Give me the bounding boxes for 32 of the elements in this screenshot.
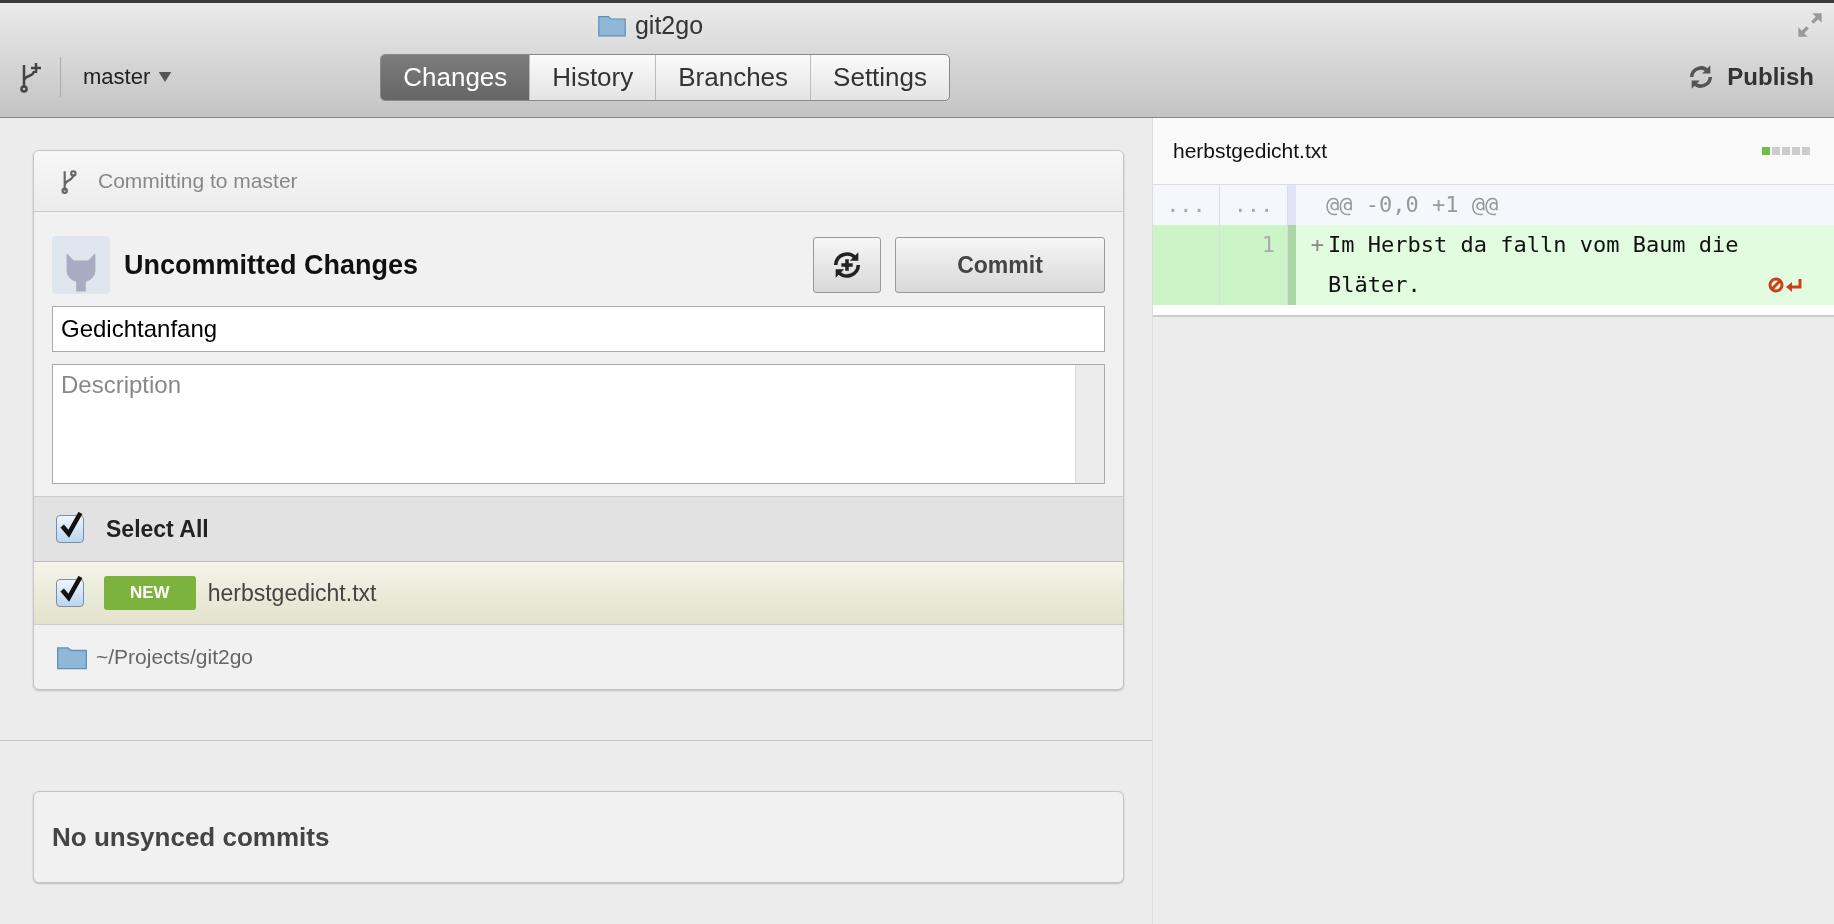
caret-icon (158, 72, 173, 82)
repo-path: ~/Projects/git2go (96, 645, 253, 669)
tab[interactable]: Changes (381, 54, 530, 100)
checkbox[interactable] (56, 579, 84, 607)
folder-icon (56, 644, 88, 670)
checkbox[interactable] (56, 515, 84, 543)
branch-dropdown[interactable]: master (83, 64, 173, 90)
summary-field[interactable]: Gedichtanfang (52, 306, 1105, 352)
diff-line-text: @@ -0,0 +1 @@ (1326, 191, 1499, 219)
diff-line-text: Im Herbst da falln vom Baum die Bläter. (1328, 231, 1740, 299)
tab[interactable]: Settings (810, 54, 950, 100)
sync-button[interactable] (813, 237, 881, 293)
commit-button[interactable]: Commit (895, 237, 1105, 293)
tab[interactable]: Branches (655, 54, 811, 100)
diff-sign: + (1310, 232, 1324, 257)
branch-icon (60, 168, 78, 194)
tab[interactable]: History (529, 54, 656, 100)
publish-button[interactable]: Publish (1687, 63, 1814, 91)
select-all-label: Select All (106, 515, 209, 543)
description-field[interactable]: Description (52, 364, 1105, 484)
line-number-cell: 1 (1220, 225, 1288, 305)
window-title: git2go (634, 10, 704, 40)
diffstat-icon (1762, 147, 1812, 155)
changes-title: Uncommitted Changes (124, 249, 419, 281)
avatar (52, 236, 110, 294)
file-name: herbstgedicht.txt (207, 579, 377, 607)
diff-file-name: herbstgedicht.txt (1173, 139, 1328, 163)
folder-icon (596, 13, 627, 37)
new-badge: NEW (104, 576, 196, 610)
file-row[interactable]: NEW herbstgedicht.txt (34, 562, 1123, 625)
sync-message: No unsynced commits (52, 821, 330, 853)
committing-label: Committing to master (98, 169, 298, 193)
